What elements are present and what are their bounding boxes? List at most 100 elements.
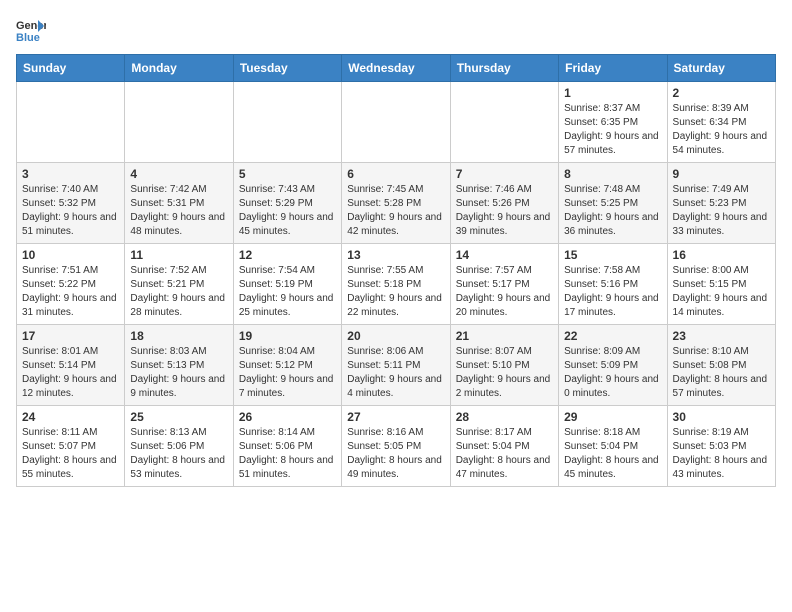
day-number: 20: [347, 329, 444, 343]
day-info: Sunrise: 7:52 AM Sunset: 5:21 PM Dayligh…: [130, 264, 227, 320]
week-row-4: 17 Sunrise: 8:01 AM Sunset: 5:14 PM Dayli…: [17, 325, 776, 406]
day-header-wednesday: Wednesday: [342, 55, 450, 82]
calendar-cell: 23 Sunrise: 8:10 AM Sunset: 5:08 PM Dayli…: [667, 325, 775, 406]
day-number: 16: [673, 248, 770, 262]
day-number: 27: [347, 410, 444, 424]
calendar-cell: 29 Sunrise: 8:18 AM Sunset: 5:04 PM Dayli…: [559, 406, 667, 487]
day-info: Sunrise: 7:54 AM Sunset: 5:19 PM Dayligh…: [239, 264, 336, 320]
day-info: Sunrise: 8:06 AM Sunset: 5:11 PM Dayligh…: [347, 345, 444, 401]
calendar-cell: 12 Sunrise: 7:54 AM Sunset: 5:19 PM Dayli…: [233, 244, 341, 325]
calendar-cell: 25 Sunrise: 8:13 AM Sunset: 5:06 PM Dayli…: [125, 406, 233, 487]
day-number: 29: [564, 410, 661, 424]
calendar-cell: [233, 82, 341, 163]
day-number: 10: [22, 248, 119, 262]
logo-icon: General Blue: [16, 16, 46, 44]
calendar-cell: 2 Sunrise: 8:39 AM Sunset: 6:34 PM Daylig…: [667, 82, 775, 163]
day-number: 25: [130, 410, 227, 424]
week-row-1: 1Sunrise: 8:37 AM Sunset: 6:35 PM Daylig…: [17, 82, 776, 163]
calendar-cell: 20 Sunrise: 8:06 AM Sunset: 5:11 PM Dayli…: [342, 325, 450, 406]
day-number: 6: [347, 167, 444, 181]
calendar-cell: 11 Sunrise: 7:52 AM Sunset: 5:21 PM Dayli…: [125, 244, 233, 325]
header: General Blue: [16, 16, 776, 44]
calendar-cell: [450, 82, 558, 163]
calendar-cell: 9Sunrise: 7:49 AM Sunset: 5:23 PM Daylig…: [667, 163, 775, 244]
week-row-3: 10 Sunrise: 7:51 AM Sunset: 5:22 PM Dayli…: [17, 244, 776, 325]
day-number: 11: [130, 248, 227, 262]
day-number: 4: [130, 167, 227, 181]
calendar-cell: 4 Sunrise: 7:42 AM Sunset: 5:31 PM Daylig…: [125, 163, 233, 244]
day-header-monday: Monday: [125, 55, 233, 82]
calendar-body: 1Sunrise: 8:37 AM Sunset: 6:35 PM Daylig…: [17, 82, 776, 487]
day-number: 9: [673, 167, 770, 181]
day-info: Sunrise: 8:19 AM Sunset: 5:03 PM Dayligh…: [673, 426, 770, 482]
day-info: Sunrise: 8:07 AM Sunset: 5:10 PM Dayligh…: [456, 345, 553, 401]
calendar-cell: [125, 82, 233, 163]
calendar-cell: [342, 82, 450, 163]
day-info: Sunrise: 7:42 AM Sunset: 5:31 PM Dayligh…: [130, 183, 227, 239]
day-info: Sunrise: 7:58 AM Sunset: 5:16 PM Dayligh…: [564, 264, 661, 320]
day-number: 7: [456, 167, 553, 181]
calendar-cell: 22Sunrise: 8:09 AM Sunset: 5:09 PM Dayli…: [559, 325, 667, 406]
day-number: 15: [564, 248, 661, 262]
calendar-cell: 3 Sunrise: 7:40 AM Sunset: 5:32 PM Daylig…: [17, 163, 125, 244]
day-info: Sunrise: 7:57 AM Sunset: 5:17 PM Dayligh…: [456, 264, 553, 320]
day-info: Sunrise: 7:46 AM Sunset: 5:26 PM Dayligh…: [456, 183, 553, 239]
day-number: 30: [673, 410, 770, 424]
calendar-cell: 17 Sunrise: 8:01 AM Sunset: 5:14 PM Dayli…: [17, 325, 125, 406]
day-info: Sunrise: 7:51 AM Sunset: 5:22 PM Dayligh…: [22, 264, 119, 320]
day-number: 17: [22, 329, 119, 343]
day-info: Sunrise: 8:18 AM Sunset: 5:04 PM Dayligh…: [564, 426, 661, 482]
day-info: Sunrise: 8:14 AM Sunset: 5:06 PM Dayligh…: [239, 426, 336, 482]
day-info: Sunrise: 8:00 AM Sunset: 5:15 PM Dayligh…: [673, 264, 770, 320]
day-number: 28: [456, 410, 553, 424]
day-info: Sunrise: 8:16 AM Sunset: 5:05 PM Dayligh…: [347, 426, 444, 482]
day-number: 22: [564, 329, 661, 343]
day-number: 18: [130, 329, 227, 343]
calendar-cell: 1Sunrise: 8:37 AM Sunset: 6:35 PM Daylig…: [559, 82, 667, 163]
calendar-cell: 7 Sunrise: 7:46 AM Sunset: 5:26 PM Daylig…: [450, 163, 558, 244]
day-header-tuesday: Tuesday: [233, 55, 341, 82]
day-number: 26: [239, 410, 336, 424]
day-info: Sunrise: 8:13 AM Sunset: 5:06 PM Dayligh…: [130, 426, 227, 482]
calendar-header-row: SundayMondayTuesdayWednesdayThursdayFrid…: [17, 55, 776, 82]
day-number: 19: [239, 329, 336, 343]
day-number: 23: [673, 329, 770, 343]
day-info: Sunrise: 7:43 AM Sunset: 5:29 PM Dayligh…: [239, 183, 336, 239]
calendar-table: SundayMondayTuesdayWednesdayThursdayFrid…: [16, 54, 776, 487]
day-info: Sunrise: 7:45 AM Sunset: 5:28 PM Dayligh…: [347, 183, 444, 239]
calendar-cell: 5Sunrise: 7:43 AM Sunset: 5:29 PM Daylig…: [233, 163, 341, 244]
week-row-5: 24 Sunrise: 8:11 AM Sunset: 5:07 PM Dayli…: [17, 406, 776, 487]
calendar-cell: 30 Sunrise: 8:19 AM Sunset: 5:03 PM Dayli…: [667, 406, 775, 487]
day-info: Sunrise: 8:17 AM Sunset: 5:04 PM Dayligh…: [456, 426, 553, 482]
calendar-cell: 6 Sunrise: 7:45 AM Sunset: 5:28 PM Daylig…: [342, 163, 450, 244]
calendar-cell: [17, 82, 125, 163]
day-number: 21: [456, 329, 553, 343]
day-number: 2: [673, 86, 770, 100]
day-number: 3: [22, 167, 119, 181]
day-info: Sunrise: 7:40 AM Sunset: 5:32 PM Dayligh…: [22, 183, 119, 239]
calendar-cell: 10 Sunrise: 7:51 AM Sunset: 5:22 PM Dayli…: [17, 244, 125, 325]
calendar-cell: 14 Sunrise: 7:57 AM Sunset: 5:17 PM Dayli…: [450, 244, 558, 325]
day-header-sunday: Sunday: [17, 55, 125, 82]
day-number: 1: [564, 86, 661, 100]
day-number: 12: [239, 248, 336, 262]
calendar-cell: 19Sunrise: 8:04 AM Sunset: 5:12 PM Dayli…: [233, 325, 341, 406]
day-info: Sunrise: 7:48 AM Sunset: 5:25 PM Dayligh…: [564, 183, 661, 239]
day-number: 14: [456, 248, 553, 262]
day-info: Sunrise: 8:10 AM Sunset: 5:08 PM Dayligh…: [673, 345, 770, 401]
day-header-thursday: Thursday: [450, 55, 558, 82]
calendar-cell: 15 Sunrise: 7:58 AM Sunset: 5:16 PM Dayli…: [559, 244, 667, 325]
calendar-cell: 26 Sunrise: 8:14 AM Sunset: 5:06 PM Dayli…: [233, 406, 341, 487]
svg-text:Blue: Blue: [16, 32, 40, 44]
day-info: Sunrise: 7:55 AM Sunset: 5:18 PM Dayligh…: [347, 264, 444, 320]
calendar-cell: 28 Sunrise: 8:17 AM Sunset: 5:04 PM Dayli…: [450, 406, 558, 487]
day-info: Sunrise: 8:39 AM Sunset: 6:34 PM Dayligh…: [673, 102, 770, 158]
day-info: Sunrise: 8:11 AM Sunset: 5:07 PM Dayligh…: [22, 426, 119, 482]
day-info: Sunrise: 8:03 AM Sunset: 5:13 PM Dayligh…: [130, 345, 227, 401]
day-header-saturday: Saturday: [667, 55, 775, 82]
day-info: Sunrise: 8:01 AM Sunset: 5:14 PM Dayligh…: [22, 345, 119, 401]
calendar-cell: 13Sunrise: 7:55 AM Sunset: 5:18 PM Dayli…: [342, 244, 450, 325]
logo: General Blue: [16, 16, 46, 44]
day-number: 24: [22, 410, 119, 424]
calendar-cell: 8Sunrise: 7:48 AM Sunset: 5:25 PM Daylig…: [559, 163, 667, 244]
